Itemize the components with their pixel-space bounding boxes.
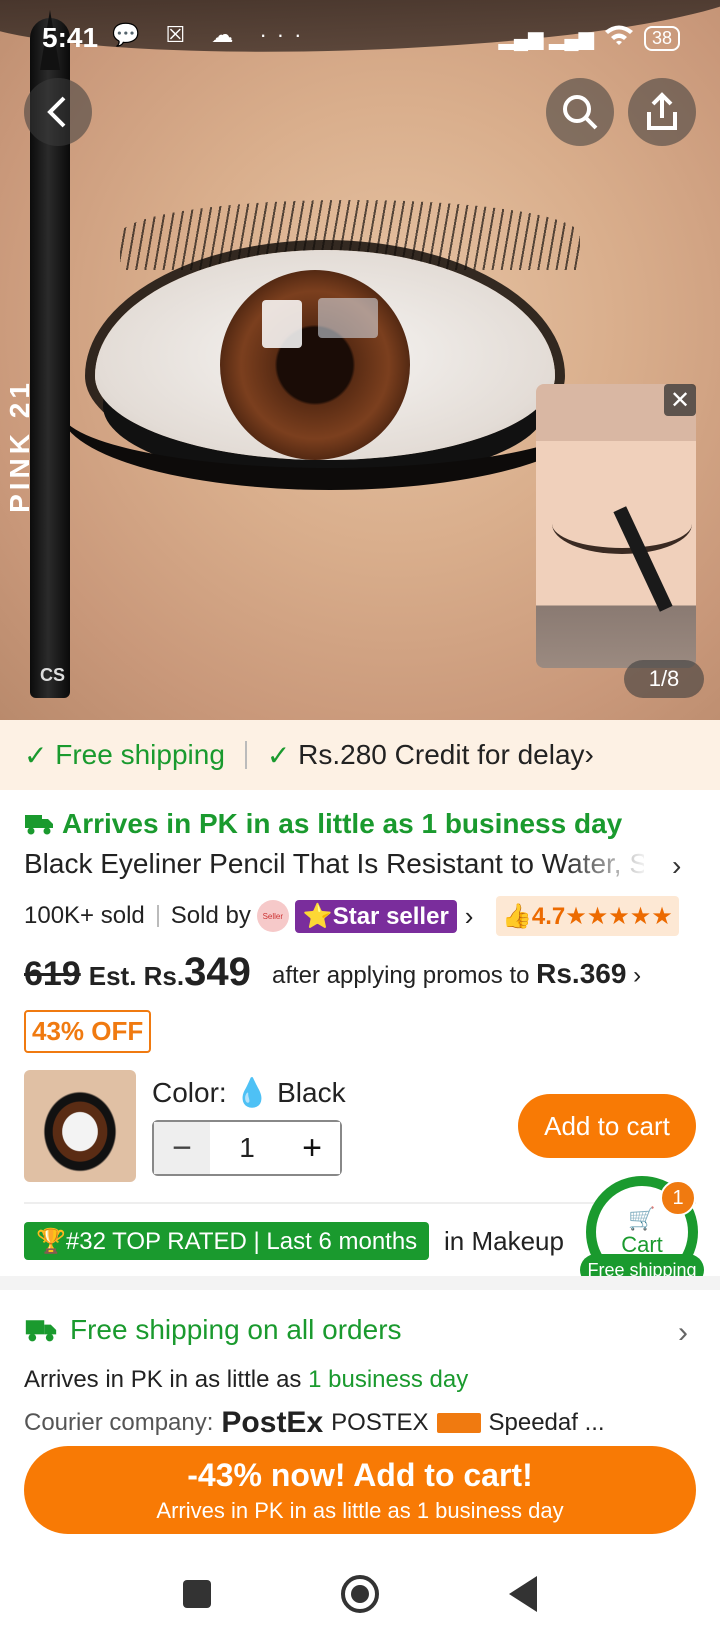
price-row: 619 Est. Rs. 349 (24, 950, 251, 995)
cta-secondary-text: Arrives in PK in as little as 1 business… (156, 1497, 564, 1523)
color-value: Black (277, 1077, 346, 1108)
home-button[interactable] (341, 1575, 379, 1613)
check-icon: ✓ (266, 739, 291, 771)
cart-count-badge: 1 (660, 1180, 696, 1216)
back-nav-button[interactable] (509, 1576, 537, 1612)
pencil-brand: CS (40, 665, 66, 685)
notification-icons: 💬 ☒ ☁ ··· (112, 22, 312, 47)
status-time: 5:41 (42, 22, 99, 53)
variant-thumbnail[interactable] (24, 1070, 136, 1182)
free-shipping-label: Free shipping (55, 739, 225, 770)
add-to-cart-button[interactable]: Add to cart (518, 1094, 696, 1158)
delay-credit-label: Rs.280 Credit for delay (298, 739, 585, 770)
check-icon: ✓ (24, 739, 48, 771)
search-icon (563, 95, 598, 130)
sale-price: 349 (184, 950, 251, 994)
status-right: ▂▄▆ ▂▄▆ 38 (499, 24, 680, 52)
quantity-value[interactable]: 1 (210, 1132, 284, 1164)
category-label[interactable]: in Makeup (444, 1226, 564, 1257)
home-dot (351, 1585, 369, 1603)
recents-button[interactable] (183, 1580, 211, 1608)
shipping-title: Free shipping on all orders (70, 1314, 402, 1345)
bottom-add-to-cart-button[interactable]: -43% now! Add to cart! Arrives in PK in … (24, 1446, 696, 1534)
top-rated-badge[interactable]: 🏆#32 TOP RATED | Last 6 months (24, 1222, 430, 1260)
arrival-days: 1 business day (308, 1366, 469, 1393)
arrival-text: Arrives in PK in as little as 1 business… (62, 808, 623, 839)
chevron-right-icon[interactable]: › (465, 901, 474, 932)
video-thumbnail[interactable] (536, 384, 696, 668)
shipping-promo-bar[interactable]: ✓ Free shipping ✓ Rs.280 Credit for dela… (0, 720, 720, 790)
chevron-right-icon[interactable]: › (678, 1316, 688, 1350)
back-button[interactable] (24, 78, 92, 146)
wifi-icon (604, 24, 634, 52)
rating-badge[interactable]: 👍4.7★★★★★ (496, 896, 679, 936)
promo-info[interactable]: after applying promos to Rs.369 › (272, 958, 641, 990)
eye-glint (262, 300, 302, 348)
share-button[interactable] (628, 78, 696, 146)
color-selector[interactable]: Color: 💧 Black (152, 1076, 346, 1109)
battery-icon: 38 (643, 25, 680, 51)
flame-icon: 💧 (234, 1077, 270, 1108)
chevron-right-icon[interactable]: › (672, 850, 681, 882)
divider (156, 905, 159, 927)
sold-count: 100K+ sold (24, 902, 145, 929)
divider (244, 741, 247, 769)
status-bar: 5:41 💬 ☒ ☁ ··· ▂▄▆ ▂▄▆ 38 (0, 0, 720, 70)
discount-badge: 43% OFF (24, 1010, 152, 1053)
eye-glint-2 (318, 298, 378, 338)
arrival-notice: Arrives in PK in as little as 1 business… (24, 808, 622, 840)
courier-label: Courier company: (24, 1409, 214, 1436)
promo-price: Rs.369 (536, 958, 627, 989)
section-gap (0, 1276, 720, 1290)
pencil-label: PINK 21 (4, 379, 35, 513)
cta-primary-text: -43% now! Add to cart! (187, 1456, 533, 1493)
shipping-section-header[interactable]: Free shipping on all orders (24, 1314, 402, 1346)
truck-icon (25, 815, 53, 835)
system-nav-bar (0, 1548, 720, 1640)
seller-logo[interactable]: Seller (256, 900, 289, 932)
video-close-button[interactable]: ✕ (664, 384, 696, 416)
courier-name: POSTEX (331, 1409, 429, 1436)
increase-button[interactable]: + (284, 1122, 340, 1174)
eyeliner-stroke (60, 410, 600, 490)
chevron-right-icon: › (633, 962, 642, 989)
signal-icon: ▂▄▆ ▂▄▆ (498, 27, 594, 50)
postex-logo: PostEx (221, 1406, 324, 1439)
search-button[interactable] (546, 78, 614, 146)
original-price: 619 (24, 955, 81, 993)
title-fade (560, 848, 650, 884)
speedaf-logo (436, 1413, 481, 1433)
share-icon (647, 92, 677, 130)
courier-row: Courier company: PostEx POSTEX Speedaf .… (24, 1406, 605, 1440)
cart-icon: 🛒 (628, 1206, 656, 1231)
image-page-counter: 1/8 (624, 660, 704, 698)
sold-by-label: Sold by (170, 902, 251, 929)
promo-text: after applying promos to (272, 962, 537, 989)
star-seller-badge[interactable]: ⭐Star seller (294, 899, 457, 933)
est-label: Est. Rs. (88, 961, 185, 991)
color-label: Color: (152, 1077, 235, 1108)
decrease-button[interactable]: − (154, 1122, 210, 1174)
chevron-right-icon: › (584, 739, 594, 770)
product-title[interactable]: Black Eyeliner Pencil That Is Resistant … (24, 848, 644, 880)
quantity-stepper: − 1 + (152, 1120, 342, 1176)
chevron-left-icon (47, 96, 66, 128)
seller-row: 100K+ sold Sold by Seller ⭐Star seller › (24, 896, 473, 936)
shipping-arrival: Arrives in PK in as little as 1 business… (24, 1366, 468, 1394)
truck-icon (25, 1320, 57, 1342)
arrival-prefix: Arrives in PK in as little as (24, 1366, 309, 1393)
courier-name: Speedaf ... (488, 1409, 605, 1436)
